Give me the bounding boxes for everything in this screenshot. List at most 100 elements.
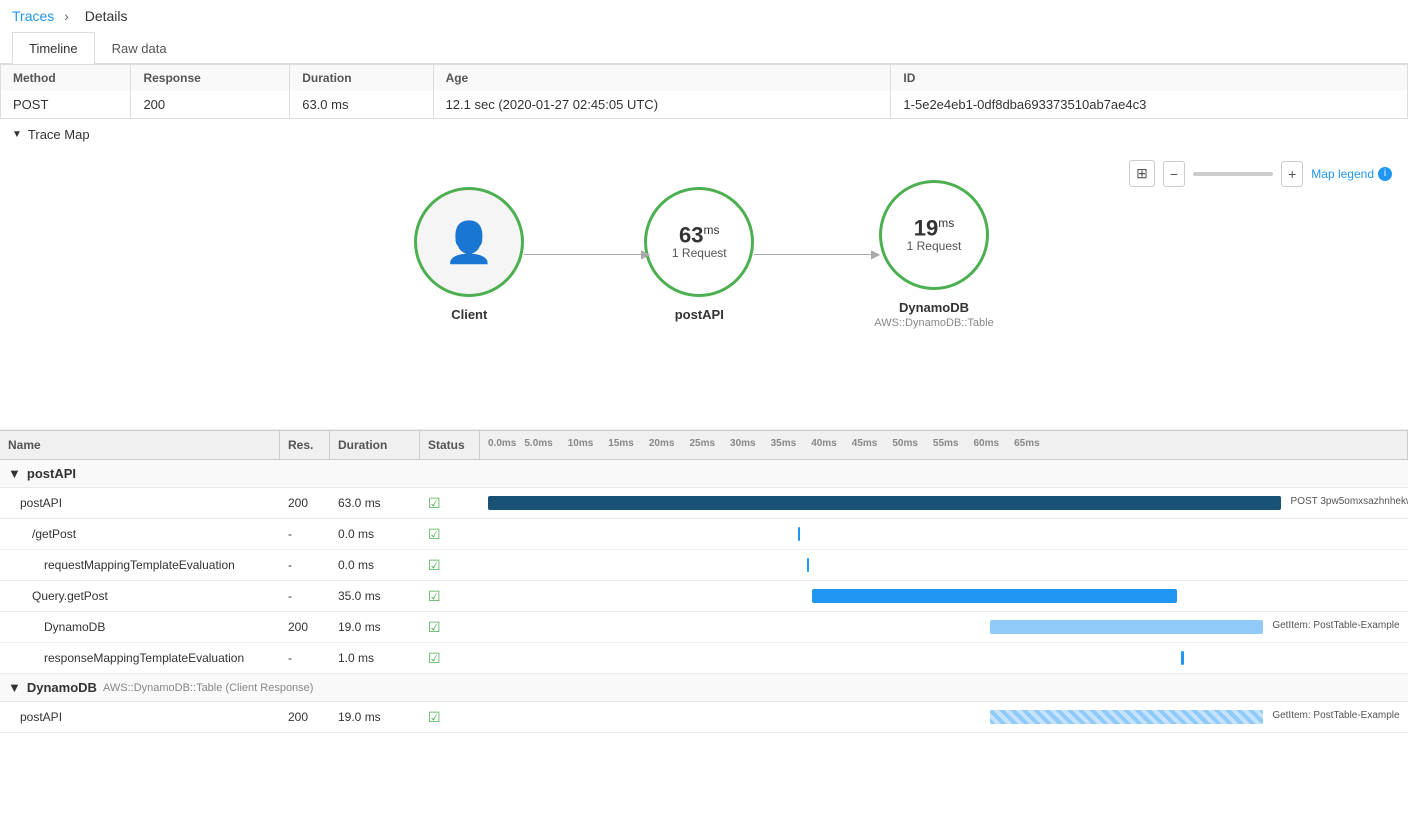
col-name-header: Name: [0, 431, 280, 459]
bar-rmte-fill: [807, 558, 809, 572]
table-row[interactable]: postAPI 200 19.0 ms ☑ GetItem: PostTable…: [0, 702, 1408, 733]
row-dynamodb-duration: 19.0 ms: [330, 615, 420, 639]
trace-map-section-header[interactable]: ▼ Trace Map: [0, 119, 1408, 150]
postapi-requests: 1 Request: [672, 246, 727, 260]
row-getpost-bar-cell: [480, 519, 1408, 549]
row-dynamo-postapi-response: 200: [280, 705, 330, 729]
table-row[interactable]: postAPI 200 63.0 ms ☑ POST 3pw5omxsazhnh…: [0, 488, 1408, 519]
row-dynamo-postapi-status: ☑: [420, 704, 480, 731]
zoom-in-button[interactable]: +: [1281, 161, 1303, 187]
postapi-circle: 63ms 1 Request: [644, 187, 754, 297]
bar-dynamo-postapi: GetItem: PostTable-Example: [488, 707, 1400, 727]
group-postapi-chevron: ▼: [8, 466, 21, 481]
status-ok-icon-3: ☑: [428, 557, 441, 573]
row-rmte-status: ☑: [420, 552, 480, 579]
arrow-line-2: [754, 254, 874, 255]
duration-header: Duration: [290, 65, 433, 92]
map-legend-button[interactable]: Map legend i: [1311, 167, 1392, 181]
arrow-client-postapi: [524, 254, 644, 255]
node-postapi[interactable]: 63ms 1 Request postAPI: [644, 187, 754, 322]
postapi-label: postAPI: [675, 307, 724, 322]
node-dynamodb[interactable]: 19ms 1 Request DynamoDB AWS::DynamoDB::T…: [874, 180, 993, 329]
breadcrumb: Traces › Details: [0, 0, 1408, 32]
table-row[interactable]: requestMappingTemplateEvaluation - 0.0 m…: [0, 550, 1408, 581]
tick-2: 10ms: [568, 438, 594, 449]
tick-8: 40ms: [811, 438, 837, 449]
breadcrumb-separator: ›: [64, 8, 69, 24]
group-dynamodb: ▼ DynamoDB AWS::DynamoDB::Table (Client …: [0, 674, 1408, 702]
tick-0: 0.0ms: [488, 438, 516, 449]
zoom-slider[interactable]: [1193, 172, 1273, 176]
col-duration-header: Duration: [330, 431, 420, 459]
tick-10: 50ms: [892, 438, 918, 449]
timeline-section: Name Res. Duration Status 0.0ms 5.0ms 10…: [0, 430, 1408, 733]
row-rmte-response: -: [280, 553, 330, 577]
age-value: 12.1 sec (2020-01-27 02:45:05 UTC): [433, 91, 891, 119]
timeline-header: Name Res. Duration Status 0.0ms 5.0ms 10…: [0, 430, 1408, 460]
method-header: Method: [1, 65, 131, 92]
group-dynamodb-chevron: ▼: [8, 680, 21, 695]
postapi-ms: 63ms: [679, 224, 719, 246]
tab-rawdata[interactable]: Raw data: [95, 32, 184, 64]
bar-dynamo-postapi-label: GetItem: PostTable-Example: [1272, 710, 1399, 721]
tick-11: 55ms: [933, 438, 959, 449]
tick-7: 35ms: [771, 438, 797, 449]
breadcrumb-traces-link[interactable]: Traces: [12, 8, 54, 24]
row-dynamodb-bar-cell: GetItem: PostTable-Example: [480, 612, 1408, 642]
bar-dynamodb: GetItem: PostTable-Example: [488, 617, 1400, 637]
bar-respmap-fill: [1181, 651, 1184, 665]
bar-rmte: [488, 555, 1400, 575]
trace-map-container: ⊞ − + Map legend i 👤 Client 63ms 1 Reque…: [0, 150, 1408, 430]
method-value: POST: [1, 91, 131, 119]
row-getpost-response: -: [280, 522, 330, 546]
bar-dynamodb-label: GetItem: PostTable-Example: [1272, 620, 1399, 631]
col-time-header: 0.0ms 5.0ms 10ms 15ms 20ms 25ms 30ms 35m…: [480, 431, 1408, 459]
table-row[interactable]: DynamoDB 200 19.0 ms ☑ GetItem: PostTabl…: [0, 612, 1408, 643]
time-ruler: 0.0ms 5.0ms 10ms 15ms 20ms 25ms 30ms 35m…: [488, 438, 1399, 449]
row-respmap-bar-cell: [480, 643, 1408, 673]
trace-map-chevron: ▼: [12, 129, 22, 140]
tick-13: 65ms: [1014, 438, 1040, 449]
table-row[interactable]: responseMappingTemplateEvaluation - 1.0 …: [0, 643, 1408, 674]
tick-5: 25ms: [689, 438, 715, 449]
node-client[interactable]: 👤 Client: [414, 187, 524, 322]
trace-map-label: Trace Map: [28, 127, 90, 142]
bar-postapi-fill: [488, 496, 1281, 510]
bar-respmap: [488, 648, 1400, 668]
tick-4: 20ms: [649, 438, 675, 449]
row-respmap-status: ☑: [420, 645, 480, 672]
status-ok-icon: ☑: [428, 495, 441, 511]
row-rmte-duration: 0.0 ms: [330, 553, 420, 577]
zoom-out-button[interactable]: −: [1163, 161, 1185, 187]
expand-icon[interactable]: ⊞: [1129, 160, 1155, 187]
tabs-bar: Timeline Raw data: [0, 32, 1408, 64]
dynamodb-sublabel: AWS::DynamoDB::Table: [874, 317, 993, 329]
row-dynamodb-name: DynamoDB: [0, 615, 280, 639]
row-querygetpost-status: ☑: [420, 583, 480, 610]
row-postapi-bar-cell: POST 3pw5omxsazhnhekwh7c4eesb7u.appsync-…: [480, 488, 1408, 518]
table-row[interactable]: /getPost - 0.0 ms ☑: [0, 519, 1408, 550]
bar-querygetpost: [488, 586, 1400, 606]
arrow-postapi-dynamodb: [754, 254, 874, 255]
age-header: Age: [433, 65, 891, 92]
response-value: 200: [131, 91, 290, 119]
group-postapi-label: postAPI: [27, 466, 76, 481]
row-getpost-name: /getPost: [0, 522, 280, 546]
status-ok-icon-4: ☑: [428, 588, 441, 604]
dynamodb-circle: 19ms 1 Request: [879, 180, 989, 290]
dynamodb-requests: 1 Request: [907, 239, 962, 253]
group-postapi: ▼ postAPI: [0, 460, 1408, 488]
tick-6: 30ms: [730, 438, 756, 449]
group-dynamodb-sub: AWS::DynamoDB::Table (Client Response): [103, 682, 314, 694]
group-dynamodb-header: ▼ DynamoDB AWS::DynamoDB::Table (Client …: [0, 674, 1408, 701]
map-legend-label: Map legend: [1311, 167, 1374, 181]
tick-1: 5.0ms: [524, 438, 552, 449]
tab-timeline[interactable]: Timeline: [12, 32, 95, 64]
row-querygetpost-name: Query.getPost: [0, 584, 280, 608]
row-respmap-name: responseMappingTemplateEvaluation: [0, 646, 280, 670]
tick-9: 45ms: [852, 438, 878, 449]
row-respmap-response: -: [280, 646, 330, 670]
col-status-header: Status: [420, 431, 480, 459]
response-header: Response: [131, 65, 290, 92]
table-row[interactable]: Query.getPost - 35.0 ms ☑: [0, 581, 1408, 612]
